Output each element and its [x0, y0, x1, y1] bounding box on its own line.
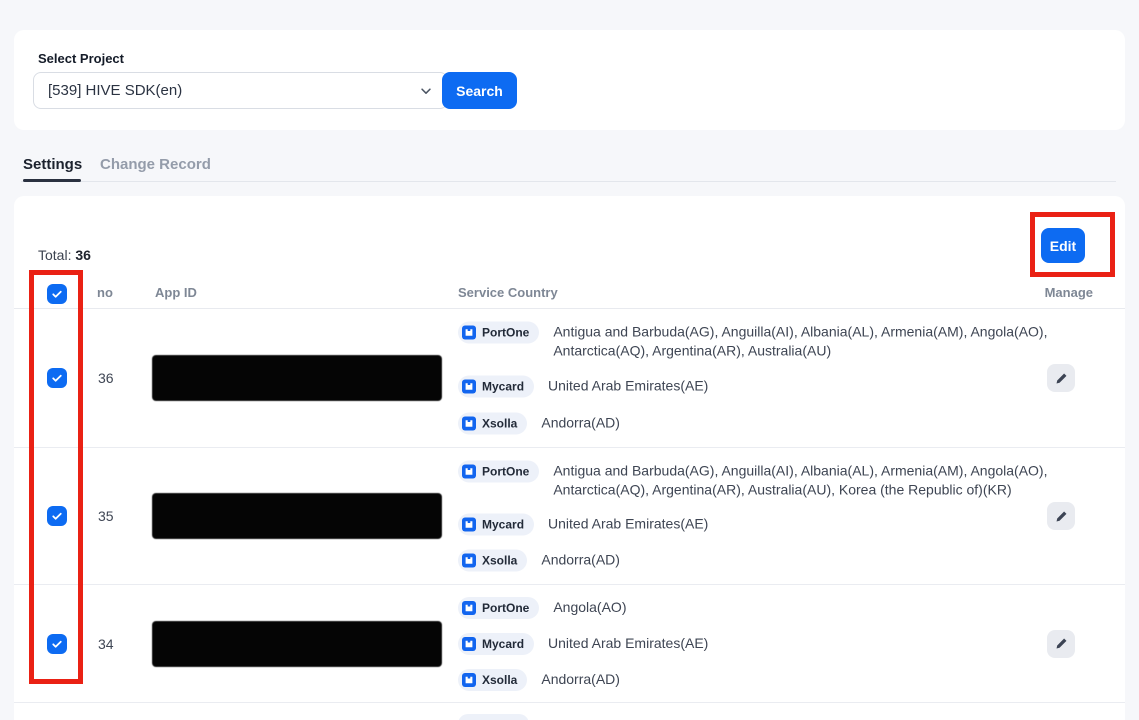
table-row: 35 PortOne Antigua and Barbuda(AG), Anguil…: [14, 448, 1125, 585]
payment-provider-icon: [462, 637, 476, 651]
row-number: 35: [98, 508, 114, 524]
provider-badge-portone: PortOne: [458, 461, 539, 483]
total-value: 36: [75, 247, 91, 263]
service-country-list: Andorra(AD): [541, 550, 620, 570]
app-id-redacted-bar: [153, 622, 441, 666]
row-number: 36: [98, 370, 114, 386]
provider-line: Mycard United Arab Emirates(AE): [458, 633, 708, 655]
tab-settings[interactable]: Settings: [23, 156, 82, 173]
column-header-no: no: [97, 285, 113, 300]
project-select[interactable]: [539] HIVE SDK(en): [33, 72, 448, 109]
provider-badge-mycard: Mycard: [458, 376, 534, 398]
provider-name: Xsolla: [482, 554, 517, 568]
service-country-list: Antigua and Barbuda(AG), Anguilla(AI), A…: [553, 461, 1053, 500]
service-country-cell: PortOne Antigua and Barbuda(AG), Anguilla…: [458, 461, 1053, 572]
chevron-down-icon: [419, 84, 433, 98]
provider-name: PortOne: [482, 601, 529, 615]
provider-badge-mycard: Mycard: [458, 514, 534, 536]
provider-name: PortOne: [482, 326, 529, 340]
provider-badge-xsolla: Xsolla: [458, 669, 527, 691]
provider-badge-xsolla: Xsolla: [458, 550, 527, 572]
provider-line: PortOne Angola(AO): [458, 597, 708, 619]
service-country-cell: PortOne Angola(AO) Mycard United Arab Emira…: [458, 597, 708, 691]
provider-badge-portone: PortOne: [458, 597, 539, 619]
payment-provider-icon: [462, 554, 476, 568]
provider-name: Mycard: [482, 518, 524, 532]
select-all-checkbox[interactable]: [47, 284, 67, 304]
tab-change-record[interactable]: Change Record: [100, 156, 211, 173]
provider-badge-mycard: Mycard: [458, 633, 534, 655]
provider-name: PortOne: [482, 465, 529, 479]
service-country-list: Andorra(AD): [541, 669, 620, 689]
row-edit-pencil-button[interactable]: [1047, 630, 1075, 658]
provider-name: Mycard: [482, 380, 524, 394]
next-row-partial-badge: [458, 714, 529, 720]
service-country-list: United Arab Emirates(AE): [548, 514, 708, 534]
service-country-list: Angola(AO): [553, 597, 626, 617]
provider-line: Xsolla Andorra(AD): [458, 550, 1053, 572]
tabs-divider: [21, 181, 1116, 182]
table-header: no App ID Service Country Manage: [14, 280, 1125, 309]
payment-provider-icon: [462, 518, 476, 532]
row-checkbox[interactable]: [47, 368, 67, 388]
payment-provider-icon: [462, 326, 476, 340]
payment-provider-icon: [462, 601, 476, 615]
payment-provider-icon: [462, 380, 476, 394]
provider-line: Mycard United Arab Emirates(AE): [458, 514, 1053, 536]
provider-name: Xsolla: [482, 417, 517, 431]
provider-name: Xsolla: [482, 673, 517, 687]
column-header-app-id: App ID: [155, 285, 197, 300]
table-body: 36 PortOne Antigua and Barbuda(AG), Anguil…: [14, 309, 1125, 703]
select-project-label: Select Project: [38, 51, 124, 66]
page: Select Project [539] HIVE SDK(en) Search…: [0, 0, 1139, 720]
project-select-card: Select Project [539] HIVE SDK(en) Search: [14, 30, 1125, 130]
provider-line: Xsolla Andorra(AD): [458, 413, 1053, 435]
total-count: Total: 36: [38, 247, 91, 263]
active-tab-indicator: [23, 179, 81, 182]
provider-line: PortOne Antigua and Barbuda(AG), Anguilla…: [458, 461, 1053, 500]
service-country-list: United Arab Emirates(AE): [548, 633, 708, 653]
payment-provider-icon: [462, 417, 476, 431]
row-edit-pencil-button[interactable]: [1047, 502, 1075, 530]
provider-line: PortOne Antigua and Barbuda(AG), Anguilla…: [458, 322, 1053, 361]
app-id-redacted-bar: [153, 494, 441, 538]
table-row: 36 PortOne Antigua and Barbuda(AG), Anguil…: [14, 309, 1125, 448]
service-country-list: United Arab Emirates(AE): [548, 376, 708, 396]
row-number: 34: [98, 636, 114, 652]
row-checkbox[interactable]: [47, 634, 67, 654]
edit-button[interactable]: Edit: [1041, 228, 1085, 263]
service-country-list: Antigua and Barbuda(AG), Anguilla(AI), A…: [553, 322, 1053, 361]
app-id-redacted-bar: [153, 356, 441, 400]
search-button[interactable]: Search: [442, 72, 517, 109]
service-country-cell: PortOne Antigua and Barbuda(AG), Anguilla…: [458, 322, 1053, 435]
column-header-manage: Manage: [1045, 285, 1093, 300]
payment-provider-icon: [462, 465, 476, 479]
payment-provider-icon: [462, 673, 476, 687]
settings-table-card: Total: 36 Edit no App ID Service Country…: [14, 196, 1125, 720]
table-row: 34 PortOne Angola(AO) Mycard United Arab Emi…: [14, 585, 1125, 703]
row-edit-pencil-button[interactable]: [1047, 364, 1075, 392]
row-checkbox[interactable]: [47, 506, 67, 526]
provider-badge-portone: PortOne: [458, 322, 539, 344]
column-header-service-country: Service Country: [458, 285, 558, 300]
project-select-value: [539] HIVE SDK(en): [48, 82, 419, 99]
provider-line: Xsolla Andorra(AD): [458, 669, 708, 691]
service-country-list: Andorra(AD): [541, 413, 620, 433]
provider-badge-xsolla: Xsolla: [458, 413, 527, 435]
provider-name: Mycard: [482, 637, 524, 651]
provider-line: Mycard United Arab Emirates(AE): [458, 376, 1053, 398]
